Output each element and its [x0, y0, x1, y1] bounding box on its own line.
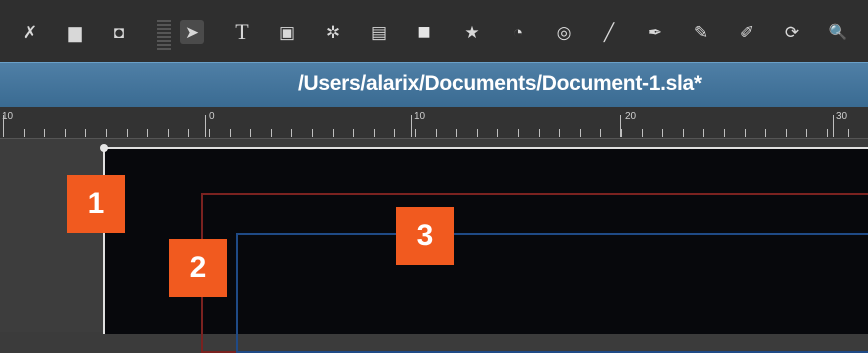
ruler-tick: [291, 129, 292, 137]
ruler-tick: [642, 129, 643, 137]
horizontal-ruler[interactable]: 10 0 10 20 30: [0, 107, 868, 139]
ruler-tick: [497, 129, 498, 137]
ruler-tick: [394, 129, 395, 137]
callout-marker-3: 3: [396, 207, 454, 265]
ruler-major-tick: [3, 115, 4, 137]
ruler-major-tick: [205, 115, 206, 137]
ruler-tick: [250, 129, 251, 137]
ruler-tick: [24, 129, 25, 137]
ruler-tick: [44, 129, 45, 137]
ruler-tick: [745, 129, 746, 137]
toolbar: ✗ ▆ ◘ ➤ T ▣ ✲ ▤ ■ ★ ◔ ◎ ╱ ✒ ✎ ✐ ⟳ 🔍: [0, 0, 868, 63]
arc-icon[interactable]: ◔: [506, 20, 530, 44]
ruler-tick: [559, 129, 560, 137]
calligraphic-icon[interactable]: ✐: [735, 20, 759, 44]
ruler-label: 0: [209, 111, 215, 122]
ruler-tick: [209, 129, 210, 137]
ruler-tick: [621, 129, 622, 137]
ruler-tick: [147, 129, 148, 137]
document-titlebar[interactable]: /Users/alarix/Documents/Document-1.sla*: [0, 62, 868, 108]
ruler-major-tick: [411, 115, 412, 137]
spiral-icon[interactable]: ◎: [552, 20, 576, 44]
pasteboard[interactable]: [0, 139, 103, 332]
document-path: /Users/alarix/Documents/Document-1.sla*: [298, 72, 702, 95]
ruler-tick: [703, 129, 704, 137]
ruler-tick: [600, 129, 601, 137]
bezier-icon[interactable]: ✒: [643, 20, 667, 44]
callout-marker-1: 1: [67, 175, 125, 233]
cut-icon[interactable]: ✗: [18, 20, 42, 44]
freehand-icon[interactable]: ✎: [689, 20, 713, 44]
zoom-icon[interactable]: 🔍: [826, 20, 850, 44]
ruler-major-tick: [833, 115, 834, 137]
ruler-tick: [333, 129, 334, 137]
ruler-tick: [456, 129, 457, 137]
ruler-tick: [786, 129, 787, 137]
ruler-tick: [106, 129, 107, 137]
shape-icon[interactable]: ■: [412, 20, 436, 44]
toolbar-grip[interactable]: [157, 20, 171, 50]
ruler-tick: [765, 129, 766, 137]
ruler-tick: [65, 129, 66, 137]
page-corner-handle[interactable]: [100, 144, 108, 152]
paste-icon[interactable]: ◘: [107, 20, 131, 44]
ruler-tick: [353, 129, 354, 137]
image-frame-icon[interactable]: ▣: [275, 20, 299, 44]
ruler-label: 10: [414, 111, 426, 122]
render-frame-icon[interactable]: ✲: [321, 20, 345, 44]
ruler-tick: [539, 129, 540, 137]
margin-guide: [236, 233, 868, 353]
ruler-tick: [188, 129, 189, 137]
line-icon[interactable]: ╱: [597, 20, 621, 44]
ruler-tick: [806, 129, 807, 137]
ruler-tick: [127, 129, 128, 137]
polygon-icon[interactable]: ★: [460, 20, 484, 44]
ruler-tick: [827, 129, 828, 137]
ruler-tick: [168, 129, 169, 137]
ruler-label: 20: [625, 111, 637, 122]
ruler-tick: [85, 129, 86, 137]
ruler-tick: [271, 129, 272, 137]
copy-icon[interactable]: ▆: [63, 20, 87, 44]
ruler-tick: [724, 129, 725, 137]
ruler-tick: [312, 129, 313, 137]
ruler-tick: [230, 129, 231, 137]
ruler-tick: [415, 129, 416, 137]
ruler-tick: [848, 129, 849, 137]
text-frame-icon[interactable]: T: [230, 20, 254, 44]
ruler-tick: [436, 129, 437, 137]
ruler-tick: [518, 129, 519, 137]
table-icon[interactable]: ▤: [367, 20, 391, 44]
ruler-tick: [683, 129, 684, 137]
rotate-icon[interactable]: ⟳: [780, 20, 804, 44]
select-icon[interactable]: ➤: [180, 20, 204, 44]
ruler-tick: [662, 129, 663, 137]
ruler-tick: [374, 129, 375, 137]
ruler-tick: [580, 129, 581, 137]
ruler-major-tick: [620, 115, 621, 137]
ruler-tick: [477, 129, 478, 137]
ruler-label: 30: [836, 111, 848, 122]
callout-marker-2: 2: [169, 239, 227, 297]
